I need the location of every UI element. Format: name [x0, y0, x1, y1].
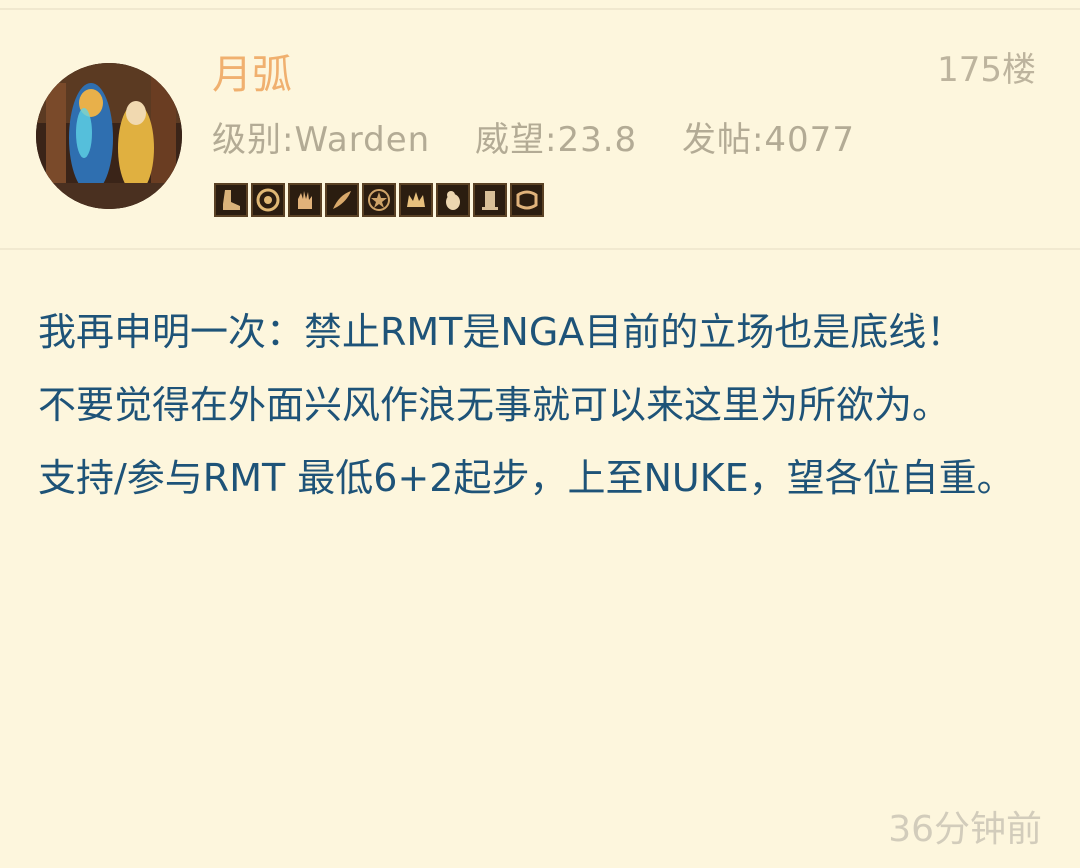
username[interactable]: 月弧 [212, 50, 292, 100]
user-meta: 级别:Warden 威望:23.8 发帖:4077 [212, 117, 889, 163]
post-timestamp: 36分钟前 [888, 809, 1042, 850]
content-line-1: 我再申明一次：禁止RMT是NGA目前的立场也是底线！ [38, 310, 965, 354]
boot-badge-icon[interactable] [214, 183, 248, 217]
lamp-badge-icon[interactable] [473, 183, 507, 217]
avatar[interactable] [36, 63, 182, 209]
crown-badge-icon[interactable] [399, 183, 433, 217]
content-line-2: 不要觉得在外面兴风作浪无事就可以来这里为所欲为。 [38, 383, 951, 427]
user-reputation: 威望:23.8 [474, 120, 638, 160]
post-content: 我再申明一次：禁止RMT是NGA目前的立场也是底线！ 不要觉得在外面兴风作浪无事… [38, 296, 1042, 515]
bird-badge-icon[interactable] [436, 183, 470, 217]
content-line-3: 支持/参与RMT 最低6+2起步，上至NUKE，望各位自重。 [38, 456, 1015, 500]
scroll-badge-icon[interactable] [510, 183, 544, 217]
badge-list [214, 183, 544, 217]
user-post-count: 发帖:4077 [681, 120, 855, 160]
floor-number: 175楼 [937, 50, 1036, 90]
user-level: 级别:Warden [212, 120, 431, 160]
hand-badge-icon[interactable] [288, 183, 322, 217]
star-badge-icon[interactable] [362, 183, 396, 217]
spiral-badge-icon[interactable] [251, 183, 285, 217]
feather-badge-icon[interactable] [325, 183, 359, 217]
header-divider [0, 248, 1080, 250]
